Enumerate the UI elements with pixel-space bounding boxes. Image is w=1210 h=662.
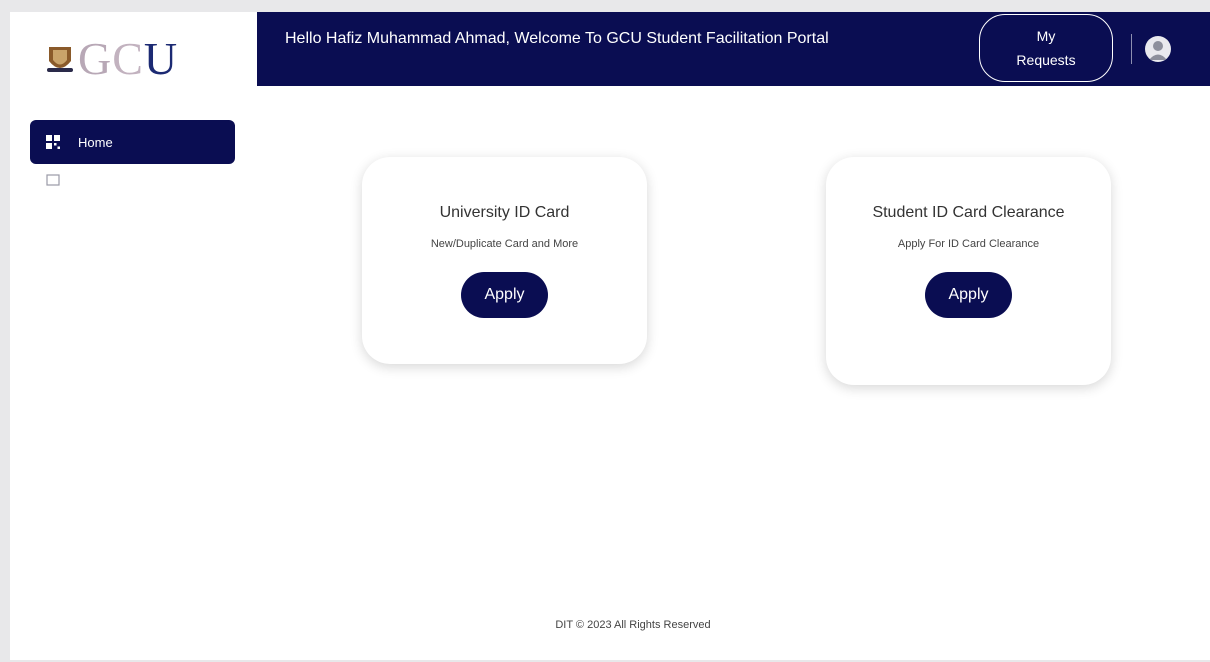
sidebar-item-label: Home (78, 134, 113, 150)
sidebar-item-secondary[interactable] (30, 170, 235, 192)
my-requests-button[interactable]: My Requests (979, 14, 1113, 82)
copyright-text: DIT © 2023 All Rights Reserved (555, 619, 711, 631)
sidebar: GCU Home (10, 12, 257, 190)
sidebar-nav: Home (30, 120, 235, 192)
card-subtitle: New/Duplicate Card and More (430, 238, 579, 250)
id-card-clearance-card: Student ID Card Clearance Apply For ID C… (826, 157, 1111, 385)
gcu-crest-icon (47, 47, 73, 72)
welcome-message: Hello Hafiz Muhammad Ahmad, Welcome To G… (285, 30, 829, 47)
header-divider (1131, 34, 1132, 64)
card-title: Student ID Card Clearance (872, 204, 1065, 221)
user-avatar-icon[interactable] (1145, 36, 1171, 62)
card-title: University ID Card (439, 204, 570, 221)
document-icon (46, 174, 60, 186)
sidebar-item-home[interactable]: Home (30, 120, 235, 164)
footer: DIT © 2023 All Rights Reserved (10, 619, 1210, 631)
app-frame: GCU Home Hello Hafiz Muhammad Ahmad, Wel… (10, 12, 1210, 660)
card-subtitle: Apply For ID Card Clearance (897, 238, 1040, 250)
top-header: Hello Hafiz Muhammad Ahmad, Welcome To G… (257, 12, 1210, 86)
grid-icon (46, 135, 60, 149)
my-requests-label-line1: My (1036, 28, 1056, 44)
my-requests-label-line2: Requests (1016, 52, 1076, 68)
user-silhouette-icon (1149, 41, 1167, 60)
apply-button[interactable]: Apply (461, 272, 548, 318)
logo-text: GCU (78, 33, 179, 84)
apply-button[interactable]: Apply (925, 272, 1012, 318)
gcu-logo[interactable]: GCU (46, 36, 178, 82)
university-id-card-card: University ID Card New/Duplicate Card an… (362, 157, 647, 364)
